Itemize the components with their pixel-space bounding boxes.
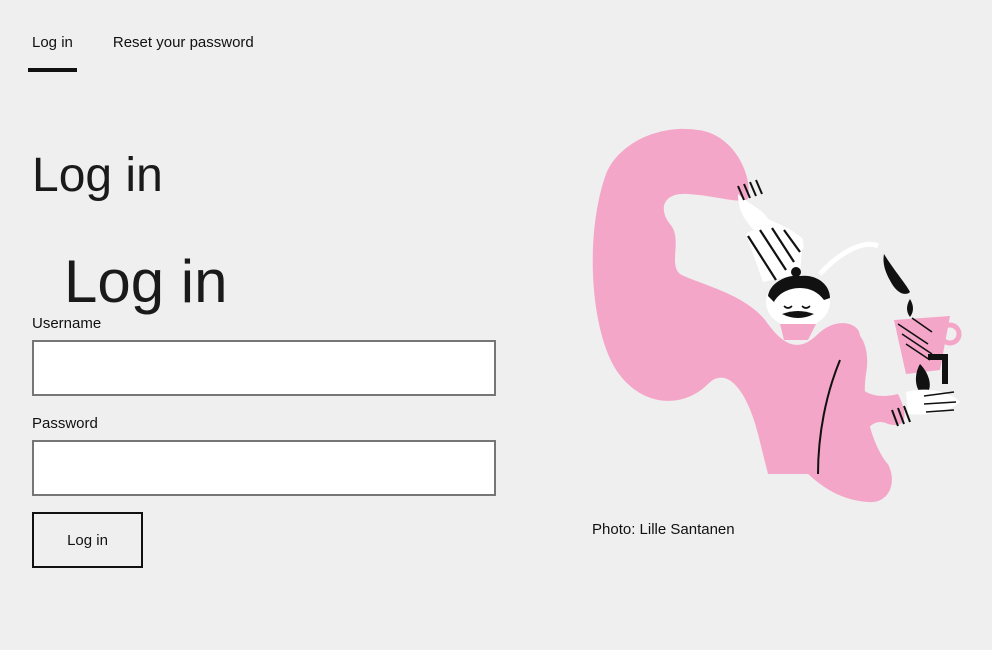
password-field[interactable] — [32, 440, 496, 496]
tab-log-in[interactable]: Log in — [28, 0, 77, 72]
tab-reset-password[interactable]: Reset your password — [109, 0, 258, 72]
photo-credit: Photo: Lille Santanen — [592, 521, 735, 538]
tab-bar: Log in Reset your password — [28, 0, 290, 72]
password-label: Password — [32, 415, 98, 432]
form-heading: Log in — [64, 248, 228, 315]
username-label: Username — [32, 315, 102, 332]
page-title: Log in — [32, 149, 163, 202]
login-button[interactable]: Log in — [32, 512, 143, 568]
username-field[interactable] — [32, 340, 496, 396]
chef-pouring-coffee-illustration — [588, 124, 968, 508]
